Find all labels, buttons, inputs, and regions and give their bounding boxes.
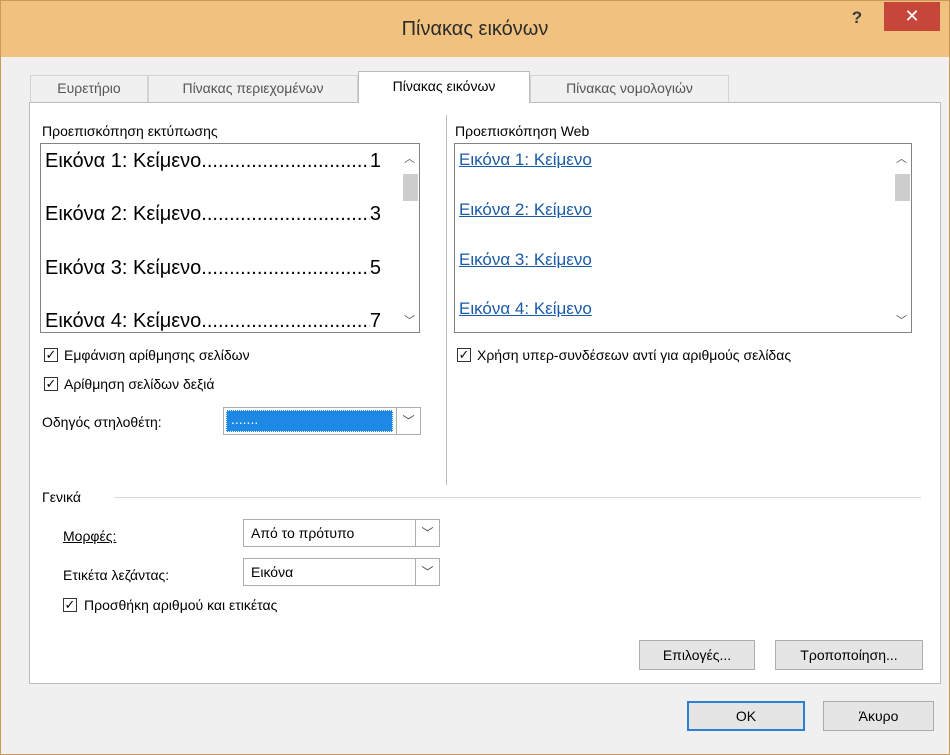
web-preview-scrollbar[interactable]: ︿ ﹀ <box>892 144 911 332</box>
vertical-divider <box>446 115 447 485</box>
modify-button[interactable]: Τροποποίηση... <box>775 640 923 670</box>
scroll-thumb[interactable] <box>895 174 910 201</box>
print-entry: Εικόνα 1: Κείμενο ......................… <box>45 150 381 172</box>
chevron-down-icon[interactable]: ﹀ <box>415 559 439 585</box>
group-divider <box>114 497 921 498</box>
right-align-label: Αρίθμηση σελίδων δεξιά <box>64 376 215 392</box>
scroll-thumb[interactable] <box>403 174 418 201</box>
formats-label: Μορφές: <box>63 528 117 544</box>
tab-table-of-authorities[interactable]: Πίνακας νομολογιών <box>530 75 729 102</box>
options-button[interactable]: Επιλογές... <box>639 640 755 670</box>
chevron-down-icon[interactable]: ﹀ <box>396 408 420 434</box>
chevron-down-icon[interactable]: ﹀ <box>415 520 439 546</box>
dialog-window: Πίνακας εικόνων ? ✕ Ευρετήριο Πίνακας πε… <box>0 0 950 755</box>
use-hyperlinks-label: Χρήση υπερ-συνδέσεων αντί για αριθμούς σ… <box>477 347 792 363</box>
use-hyperlinks-checkbox[interactable]: ✓ <box>457 348 471 362</box>
include-label-checkbox[interactable]: ✓ <box>63 598 77 612</box>
print-entry: Εικόνα 3: Κείμενο ......................… <box>45 257 381 279</box>
caption-label-select[interactable]: Εικόνα ﹀ <box>243 558 440 586</box>
dot-leader: ........................................… <box>201 257 370 279</box>
web-preview-label: Προεπισκόπηση Web <box>455 123 590 139</box>
tab-index[interactable]: Ευρετήριο <box>30 75 148 102</box>
caption-label-label: Ετικέτα λεζάντας: <box>63 567 170 583</box>
web-link[interactable]: Εικόνα 1: Κείμενο <box>459 150 592 170</box>
dot-leader: ........................................… <box>201 150 370 172</box>
scroll-up-icon[interactable]: ︿ <box>892 150 911 168</box>
dot-leader: ........................................… <box>201 203 370 225</box>
dot-leader: ........................................… <box>201 310 370 332</box>
web-link[interactable]: Εικόνα 2: Κείμενο <box>459 200 592 220</box>
web-link[interactable]: Εικόνα 4: Κείμενο <box>459 299 592 319</box>
print-preview-label: Προεπισκόπηση εκτύπωσης <box>42 123 218 139</box>
scroll-down-icon[interactable]: ﹀ <box>892 312 911 330</box>
formats-select[interactable]: Από το πρότυπο ﹀ <box>243 519 440 547</box>
tab-table-of-contents[interactable]: Πίνακας περιεχομένων <box>148 75 358 102</box>
tab-leader-value: ....... <box>231 411 259 427</box>
right-align-checkbox[interactable]: ✓ <box>44 377 58 391</box>
include-label-label: Προσθήκη αριθμού και ετικέτας <box>84 597 278 613</box>
print-entry: Εικόνα 4: Κείμενο ......................… <box>45 310 381 332</box>
scroll-down-icon[interactable]: ﹀ <box>400 312 419 330</box>
formats-value: Από το πρότυπο <box>251 525 355 541</box>
show-page-numbers-label: Εμφάνιση αρίθμησης σελίδων <box>64 347 250 363</box>
tab-panel: Προεπισκόπηση εκτύπωσης Εικόνα 1: Κείμεν… <box>29 102 941 684</box>
tab-leader-select[interactable]: ....... ﹀ <box>223 407 421 435</box>
general-group-label: Γενικά <box>42 489 81 505</box>
tab-table-of-figures[interactable]: Πίνακας εικόνων <box>358 71 530 103</box>
scroll-up-icon[interactable]: ︿ <box>400 150 419 168</box>
web-preview-list[interactable]: Εικόνα 1: Κείμενο Εικόνα 2: Κείμενο Εικό… <box>454 143 912 333</box>
show-page-numbers-checkbox[interactable]: ✓ <box>44 348 58 362</box>
print-entry: Εικόνα 2: Κείμενο ......................… <box>45 203 381 225</box>
web-link[interactable]: Εικόνα 3: Κείμενο <box>459 250 592 270</box>
print-preview-scrollbar[interactable]: ︿ ﹀ <box>400 144 419 332</box>
tab-leader-label: Οδηγός στηλοθέτη: <box>42 414 162 430</box>
caption-label-value: Εικόνα <box>251 564 294 580</box>
title-bar[interactable]: Πίνακας εικόνων ? ✕ <box>1 1 949 57</box>
ok-button[interactable]: OK <box>687 701 805 731</box>
help-button[interactable]: ? <box>839 7 875 31</box>
dialog-client: Ευρετήριο Πίνακας περιεχομένων Πίνακας ε… <box>9 58 941 748</box>
print-preview-list[interactable]: Εικόνα 1: Κείμενο ......................… <box>40 143 420 333</box>
dialog-title: Πίνακας εικόνων <box>401 18 549 40</box>
cancel-button[interactable]: Άκυρο <box>823 701 934 731</box>
close-button[interactable]: ✕ <box>884 2 940 31</box>
